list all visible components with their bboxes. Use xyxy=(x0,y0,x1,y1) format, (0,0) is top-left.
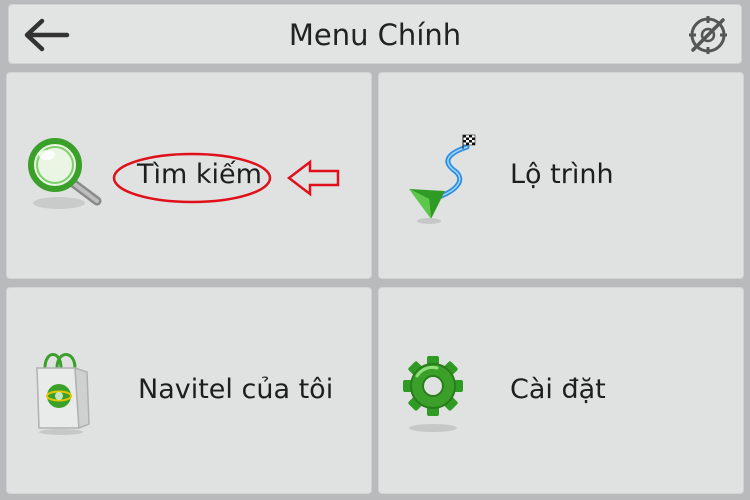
menu-item-my-navitel[interactable]: Navitel của tôi xyxy=(6,287,372,494)
gear-icon xyxy=(403,356,463,432)
annotation-highlight xyxy=(112,152,340,204)
gps-status-button[interactable] xyxy=(681,11,735,59)
menu-item-my-navitel-label: Navitel của tôi xyxy=(138,374,334,405)
arrow-left-icon xyxy=(24,18,70,52)
magnifier-icon xyxy=(28,138,102,209)
menu-item-settings[interactable]: Cài đặt xyxy=(378,287,744,494)
back-button[interactable] xyxy=(17,11,77,59)
menu-item-route-label: Lộ trình xyxy=(510,159,614,190)
shopping-bag-icon xyxy=(36,353,90,435)
main-menu-grid: Tìm kiếm Lộ trình Navitel của tôi Cài đặ… xyxy=(6,72,744,494)
menu-item-settings-label: Cài đặt xyxy=(510,374,606,405)
route-icon xyxy=(409,134,476,224)
menu-item-search[interactable]: Tìm kiếm xyxy=(6,72,372,279)
gps-off-icon xyxy=(689,16,727,54)
header-bar: Menu Chính xyxy=(8,4,742,64)
page-title: Menu Chính xyxy=(288,18,462,52)
menu-item-route[interactable]: Lộ trình xyxy=(378,72,744,279)
